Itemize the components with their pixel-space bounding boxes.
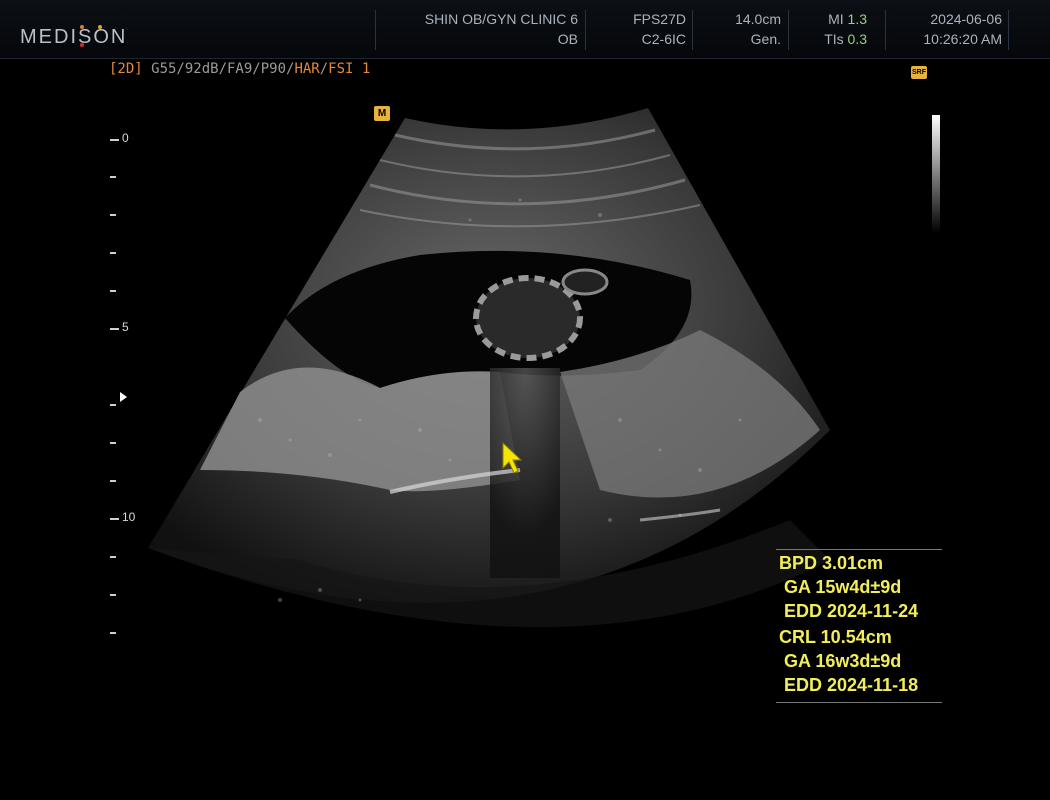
imaging-parameters: [2D] G55/92dB/FA9/P90/HAR/FSI 1 [109,61,370,77]
frame-rate: FPS27D [633,11,686,27]
brand-logo: MEDISON [20,8,130,50]
fsi-label: FSI 1 [328,61,371,77]
ruler-tick [110,214,116,216]
depth-info: 14.0cm Gen. [697,9,781,49]
ruler-tick [110,139,119,141]
param-values: G55/92dB/FA9/P90/ [142,61,295,77]
crl-ga: GA 16w3d±9d [779,651,902,671]
ruler-tick [110,480,116,482]
bpd-value: BPD 3.01cm [779,553,884,573]
ruler-tick [110,594,116,596]
mi-label: MI [828,11,844,27]
ruler-tick [110,556,116,558]
measurement-panel: BPD 3.01cm GA 15w4d±9d EDD 2024-11-24 CR… [776,549,942,703]
probe-name: C2-6IC [641,31,686,47]
ruler-tick [110,328,119,330]
gen-mode: Gen. [750,31,781,47]
crl-value: CRL 10.54cm [779,627,892,647]
ruler-label-10: 10 [122,510,136,524]
ruler-tick [110,290,116,292]
fetal-head [473,275,583,361]
ruler-tick [110,518,119,520]
date: 2024-06-06 [930,11,1002,27]
focus-marker-icon[interactable] [120,392,127,402]
ruler-tick [110,404,116,406]
time: 10:26:20 AM [923,31,1002,47]
probe-info: FPS27D C2-6IC [590,9,686,49]
ruler-tick [110,176,116,178]
harmonic-label: HAR [294,61,320,77]
ruler-label-5: 5 [122,320,129,334]
param-separator: / [319,61,329,77]
crl-edd: EDD 2024-11-18 [779,675,919,695]
ruler-tick [110,442,116,444]
datetime-info: 2024-06-06 10:26:20 AM [890,9,1002,49]
logo-text: MEDISON [20,26,128,48]
ruler-tick [110,632,116,634]
depth-value: 14.0cm [735,11,781,27]
bpd-edd: EDD 2024-11-24 [779,601,919,621]
tis-label: TIs [824,31,844,47]
mi-row: MI 1.3 [793,9,867,29]
grayscale-bar [932,115,940,233]
mode-label: [2D] [109,61,143,77]
mi-value: 1.3 [847,11,867,27]
header-bar: MEDISON SHIN OB/GYN CLINIC 6 OB FPS27D C… [0,0,1050,59]
arrow-pointer-icon [502,442,523,474]
clinic-info: SHIN OB/GYN CLINIC 6 OB [380,9,578,49]
bpd-ga: GA 15w4d±9d [779,577,902,597]
exam-type: OB [557,31,578,47]
m-marker-badge: M [374,106,390,121]
ruler-label-0: 0 [122,131,129,145]
tis-value: 0.3 [847,31,867,47]
clinic-name: SHIN OB/GYN CLINIC 6 [424,11,578,27]
tis-row: TIs 0.3 [793,29,867,49]
index-info: MI 1.3 TIs 0.3 [793,9,867,49]
sri-badge: SRF [911,66,927,79]
ruler-tick [110,252,116,254]
